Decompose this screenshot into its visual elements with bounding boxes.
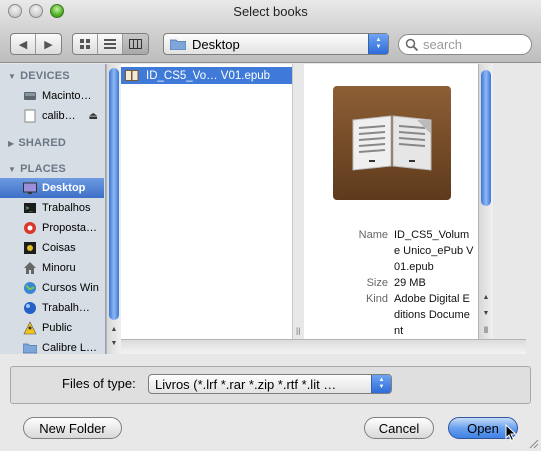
sidebar-item-minoru[interactable]: Minoru xyxy=(0,258,104,278)
horizontal-scrollbar[interactable] xyxy=(121,339,526,354)
window-title: Select books xyxy=(233,4,308,19)
home-icon xyxy=(24,262,36,274)
icon-view-button[interactable] xyxy=(73,34,98,54)
sidebar-item-calibre-library[interactable]: Calibre L… xyxy=(0,338,104,354)
search-input[interactable] xyxy=(423,37,523,52)
sidebar-item-calibre-disk[interactable]: calib… ⏏ xyxy=(0,106,104,126)
file-column: ID_CS5_Vo… V01.epub xyxy=(121,64,293,339)
hard-disk-icon xyxy=(24,92,36,100)
location-popup[interactable]: Desktop ▲ ▼ xyxy=(163,33,389,55)
scrollbar-thumb[interactable] xyxy=(109,68,119,320)
sidebar-header-shared[interactable]: ▶ SHARED xyxy=(8,137,66,149)
eject-icon[interactable]: ⏏ xyxy=(89,111,98,122)
sidebar-item-label: Calibre L… xyxy=(42,342,98,354)
sidebar-item-coisas[interactable]: Coisas xyxy=(0,238,104,258)
file-dialog: Select books ◀ ▶ Desktop ▲ ▼ search ▼ DE… xyxy=(0,0,541,451)
public-folder-icon xyxy=(23,321,37,335)
resize-grip-icon[interactable] xyxy=(529,439,539,449)
column-view-icon xyxy=(129,39,142,49)
adobe-digital-editions-document-icon xyxy=(333,86,451,200)
sidebar-item-label: Trabalh… xyxy=(42,302,90,314)
icon-view-icon xyxy=(79,38,90,49)
column-resize-handle[interactable]: ll xyxy=(479,324,493,336)
sidebar-item-public[interactable]: Public xyxy=(0,318,104,338)
scroll-down-arrow-icon[interactable]: ▼ xyxy=(107,338,121,350)
meta-value-kind: Adobe Digital Editions Document xyxy=(394,293,470,337)
file-name: ID_CS5_Vo… V01.epub xyxy=(146,69,271,82)
sidebar: ▼ DEVICES Macinto… calib… ⏏ ▶ SHARED ▼ PLAC… xyxy=(0,64,106,354)
back-arrow-icon: ◀ xyxy=(18,38,28,51)
meta-key-size: Size xyxy=(366,277,388,289)
mouse-pointer-icon xyxy=(505,424,517,442)
new-folder-button[interactable]: New Folder xyxy=(23,417,122,439)
preview-scrollbar[interactable]: ▲ ▼ ll xyxy=(478,64,493,339)
folder-icon xyxy=(170,39,186,50)
sidebar-header-devices[interactable]: ▼ DEVICES xyxy=(8,70,70,82)
coisas-icon xyxy=(24,242,36,254)
disk-image-icon xyxy=(24,109,36,123)
sidebar-scrollbar[interactable]: ▲ ▼ xyxy=(106,64,121,354)
file-row-selected[interactable]: ID_CS5_Vo… V01.epub xyxy=(121,67,292,84)
navigation-segment: ◀ ▶ xyxy=(10,33,62,55)
sidebar-item-label: calib… xyxy=(42,110,76,122)
list-view-icon xyxy=(104,39,116,49)
search-field[interactable] xyxy=(398,34,532,55)
column-view-button[interactable] xyxy=(123,34,148,54)
view-mode-segment xyxy=(72,33,149,55)
sidebar-item-desktop[interactable]: Desktop xyxy=(0,178,104,198)
toolbar: Select books ◀ ▶ Desktop ▲ ▼ xyxy=(0,0,541,63)
popup-arrows-icon: ▲ ▼ xyxy=(371,375,391,393)
globe-blue-icon xyxy=(24,302,36,314)
desktop-icon xyxy=(23,182,37,194)
sidebar-item-label: Proposta… xyxy=(42,222,98,234)
file-type-value: Livros (*.lrf *.rar *.zip *.rtf *.lit … xyxy=(155,376,337,392)
sidebar-item-label: Trabalhos xyxy=(42,202,91,214)
disclosure-open-icon: ▼ xyxy=(8,165,17,174)
sidebar-item-label: Coisas xyxy=(42,242,76,254)
scroll-down-arrow-icon[interactable]: ▼ xyxy=(479,308,493,320)
search-icon xyxy=(405,38,419,51)
location-label: Desktop xyxy=(192,36,240,52)
file-type-label: Files of type: xyxy=(62,376,136,391)
preview-pane: Name ID_CS5_Volume Unico_ePub V01.epub S… xyxy=(304,64,479,339)
scroll-up-arrow-icon[interactable]: ▲ xyxy=(107,324,121,336)
terminal-folder-icon: >_ xyxy=(24,203,36,213)
disclosure-open-icon: ▼ xyxy=(8,72,17,81)
forward-arrow-icon: ▶ xyxy=(44,38,53,51)
file-type-popup[interactable]: Livros (*.lrf *.rar *.zip *.rtf *.lit … … xyxy=(148,374,392,394)
meta-key-kind: Kind xyxy=(365,293,388,305)
folder-icon xyxy=(23,343,37,354)
sidebar-item-label: Cursos Win xyxy=(42,282,99,294)
sidebar-item-cursos-win[interactable]: Cursos Win xyxy=(0,278,104,298)
meta-value-size: 29 MB xyxy=(394,277,426,289)
meta-value-name: ID_CS5_Volume Unico_ePub V01.epub xyxy=(394,229,474,273)
sidebar-item-proposta[interactable]: Proposta… xyxy=(0,218,104,238)
disclosure-closed-icon: ▶ xyxy=(8,139,15,148)
back-button[interactable]: ◀ xyxy=(11,34,36,54)
svg-text:>_: >_ xyxy=(26,205,34,212)
column-resize-handle[interactable]: ll xyxy=(296,327,300,338)
epub-file-icon xyxy=(125,70,139,81)
sidebar-item-macintosh-hd[interactable]: Macinto… xyxy=(0,86,104,106)
sidebar-item-label: Public xyxy=(42,322,72,334)
list-view-button[interactable] xyxy=(98,34,123,54)
sidebar-item-label: Desktop xyxy=(42,182,86,194)
sidebar-item-trabalhos[interactable]: >_ Trabalhos xyxy=(0,198,104,218)
scroll-up-arrow-icon[interactable]: ▲ xyxy=(479,292,493,304)
sidebar-item-label: Minoru xyxy=(42,262,76,274)
sidebar-item-trabalh[interactable]: Trabalh… xyxy=(0,298,104,318)
popup-arrows-icon: ▲ ▼ xyxy=(368,34,388,54)
globe-icon xyxy=(24,282,36,294)
sidebar-item-label: Macinto… xyxy=(42,90,92,102)
app-red-icon xyxy=(24,222,36,234)
meta-key-name: Name xyxy=(358,229,388,241)
cancel-button[interactable]: Cancel xyxy=(364,417,434,439)
forward-button[interactable]: ▶ xyxy=(36,34,61,54)
sidebar-header-places[interactable]: ▼ PLACES xyxy=(8,163,66,175)
scrollbar-thumb[interactable] xyxy=(481,70,491,206)
